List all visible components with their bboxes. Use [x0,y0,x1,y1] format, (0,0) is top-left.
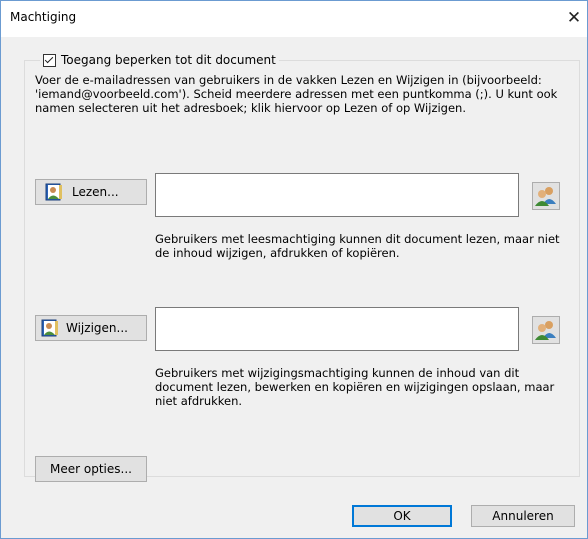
restrict-group [24,60,580,477]
change-users-input[interactable] [155,307,519,351]
address-book-icon [40,318,62,338]
ok-button[interactable]: OK [352,505,452,527]
change-check-names-button[interactable] [532,316,560,344]
read-button[interactable]: Lezen... [35,179,147,205]
read-users-input[interactable] [155,173,519,217]
cancel-button[interactable]: Annuleren [471,505,575,527]
title-bar: Machtiging ✕ [1,1,587,37]
restrict-access-checkbox[interactable]: Toegang beperken tot dit document [40,51,279,69]
people-icon [534,319,558,341]
read-button-label: Lezen... [72,185,119,199]
change-button[interactable]: Wijzigen... [35,315,147,341]
restrict-description: Voer de e-mailadressen van gebruikers in… [35,73,558,115]
permission-dialog: Machtiging ✕ Toegang beperken tot dit do… [0,0,588,539]
window-title: Machtiging [10,10,77,24]
close-icon[interactable]: ✕ [561,5,587,31]
restrict-access-label: Toegang beperken tot dit document [61,53,276,67]
more-options-button[interactable]: Meer opties... [35,456,147,482]
people-icon [534,185,558,207]
more-options-label: Meer opties... [50,462,132,476]
address-book-icon [44,182,66,202]
change-permission-help: Gebruikers met wijzigingsmachtiging kunn… [155,366,555,408]
change-button-label: Wijzigen... [66,321,128,335]
checkbox-checked-icon[interactable] [43,53,56,67]
read-permission-help: Gebruikers met leesmachtiging kunnen dit… [155,232,560,260]
read-check-names-button[interactable] [532,182,560,210]
